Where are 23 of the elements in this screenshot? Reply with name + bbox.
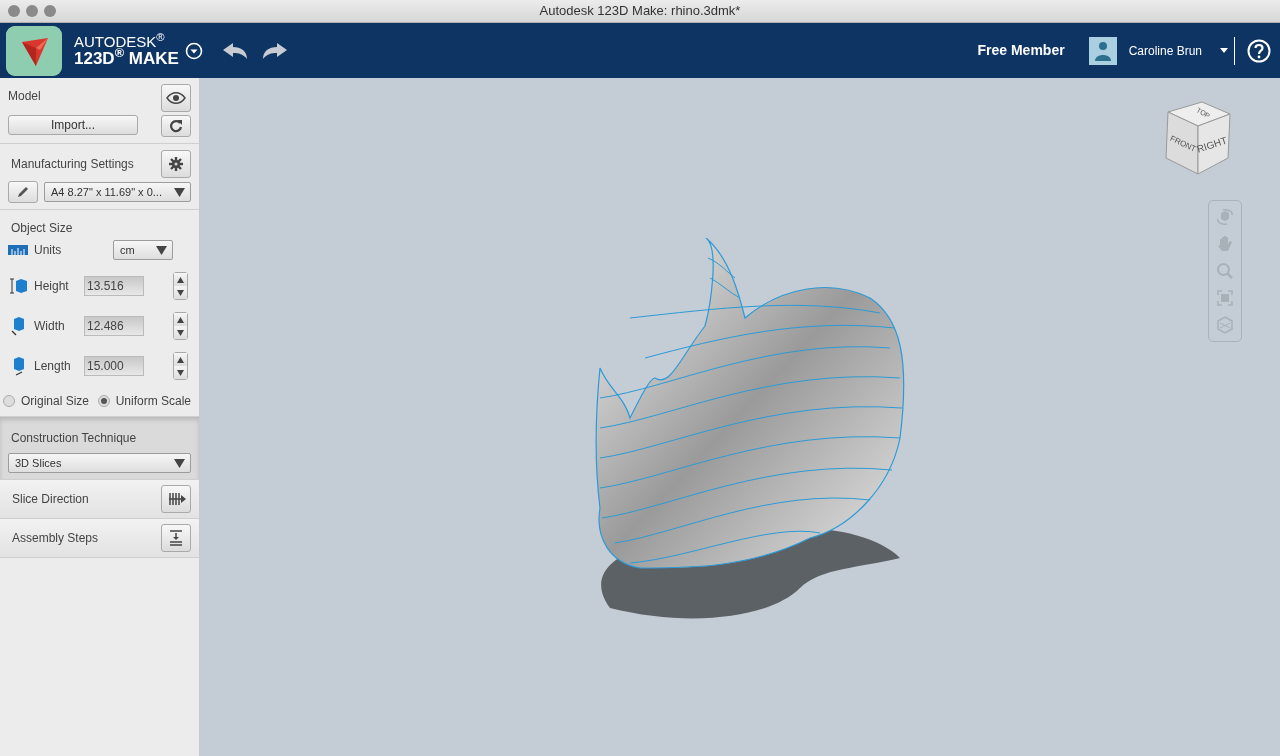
units-dropdown[interactable]: cm xyxy=(113,240,173,260)
section-title: Construction Technique xyxy=(11,430,138,447)
user-name[interactable]: Caroline Brun xyxy=(1128,41,1202,60)
section-title: Model xyxy=(8,88,41,105)
dimension-label: Height xyxy=(34,278,70,295)
section-title: Manufacturing Settings xyxy=(11,156,134,173)
sheet-size-dropdown[interactable]: A4 8.27" x 11.69" x 0... xyxy=(44,182,191,202)
units-label: Units xyxy=(34,242,62,259)
dimension-label: Width xyxy=(34,318,66,335)
dimension-field[interactable]: 13.516 xyxy=(84,276,144,296)
product-name: 123D$^{®}$ MAKE xyxy=(74,49,179,68)
section-title: Assembly Steps xyxy=(12,530,99,547)
dimension-field[interactable]: 15.000 xyxy=(84,356,144,376)
section-title: Slice Direction xyxy=(12,491,89,508)
import-button[interactable]: Import... xyxy=(8,115,138,135)
section-title: Object Size xyxy=(11,220,74,237)
radio-label[interactable]: Original Size xyxy=(21,392,90,410)
window-title: Autodesk 123D Make: rhino.3dmk* xyxy=(539,2,741,21)
dimension-field[interactable]: 12.486 xyxy=(84,316,144,336)
construction-dropdown[interactable]: 3D Slices xyxy=(8,453,191,473)
radio-label[interactable]: Uniform Scale xyxy=(115,392,191,410)
membership-label: Free Member xyxy=(977,41,1065,60)
dimension-label: Length xyxy=(34,358,72,375)
